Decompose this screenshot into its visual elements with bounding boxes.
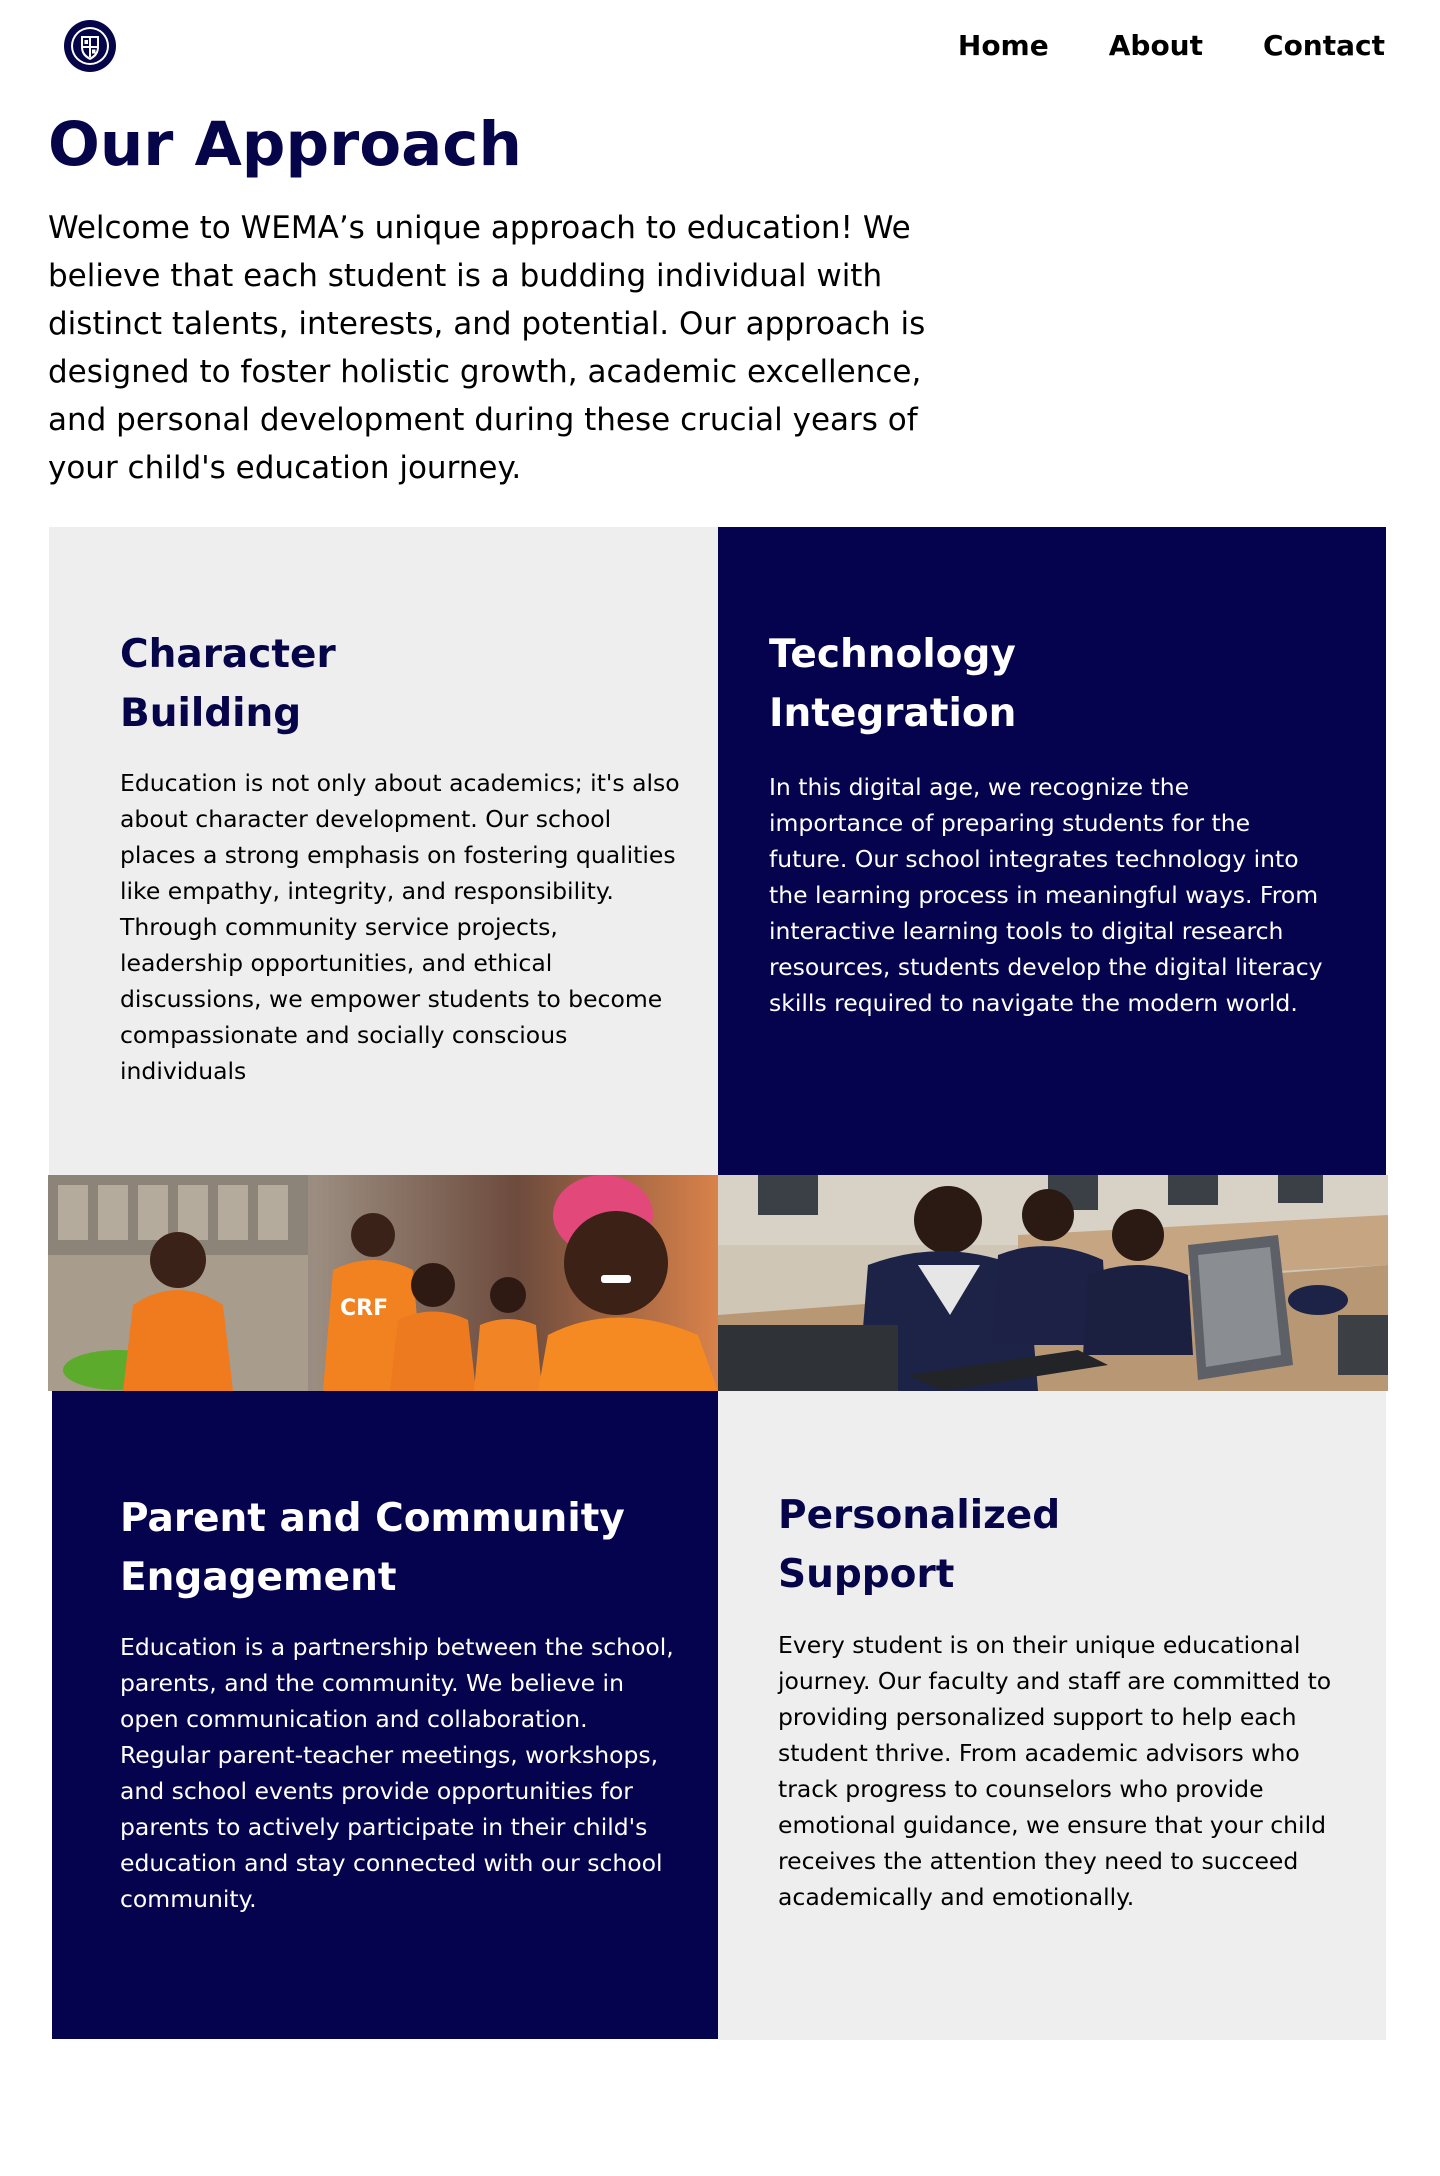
site-header: Home About Contact bbox=[0, 0, 1440, 92]
technology-integration-text: In this digital age, we recognize the im… bbox=[769, 773, 1323, 1017]
nav-about-link[interactable]: About bbox=[1109, 26, 1203, 66]
community-engagement-title-line1: Parent and Community bbox=[120, 1496, 625, 1541]
shirt-logo-text: CRF bbox=[340, 1296, 388, 1321]
nav-contact-link[interactable]: Contact bbox=[1263, 26, 1385, 66]
school-crest-icon[interactable] bbox=[63, 19, 117, 73]
intro-paragraph: Welcome to WEMA’s unique approach to edu… bbox=[48, 210, 926, 486]
personalized-support-text: Every student is on their unique educati… bbox=[778, 1631, 1332, 1911]
students-computer-lab-photo bbox=[718, 1175, 1388, 1391]
personalized-support-title: Personalized Support bbox=[778, 1486, 1338, 1604]
community-engagement-title-line2: Engagement bbox=[120, 1555, 397, 1600]
community-engagement-card: Parent and Community Engagement Educatio… bbox=[52, 1391, 718, 2039]
character-building-title-line1: Character bbox=[120, 632, 336, 677]
community-engagement-title: Parent and Community Engagement bbox=[120, 1489, 700, 1607]
community-engagement-text: Education is a partnership between the s… bbox=[120, 1633, 674, 1913]
technology-integration-card: Technology Integration In this digital a… bbox=[718, 527, 1386, 1175]
personalized-support-card: Personalized Support Every student is on… bbox=[718, 1391, 1386, 2040]
character-building-title-line2: Building bbox=[120, 691, 302, 736]
page-title: Our Approach bbox=[48, 109, 522, 180]
technology-integration-title-line2: Integration bbox=[769, 691, 1017, 736]
character-building-title: Character Building bbox=[120, 625, 680, 743]
technology-integration-title: Technology Integration bbox=[769, 625, 1329, 743]
nav-home-link[interactable]: Home bbox=[958, 26, 1049, 66]
technology-integration-title-line1: Technology bbox=[769, 632, 1016, 677]
students-orange-shirts-photo: CRF bbox=[48, 1175, 718, 1391]
personalized-support-title-line1: Personalized bbox=[778, 1493, 1061, 1538]
main-nav: Home About Contact bbox=[958, 26, 1385, 66]
personalized-support-title-line2: Support bbox=[778, 1552, 955, 1597]
character-building-card: Character Building Education is not only… bbox=[49, 527, 718, 1175]
character-building-text: Education is not only about academics; i… bbox=[120, 769, 680, 1085]
